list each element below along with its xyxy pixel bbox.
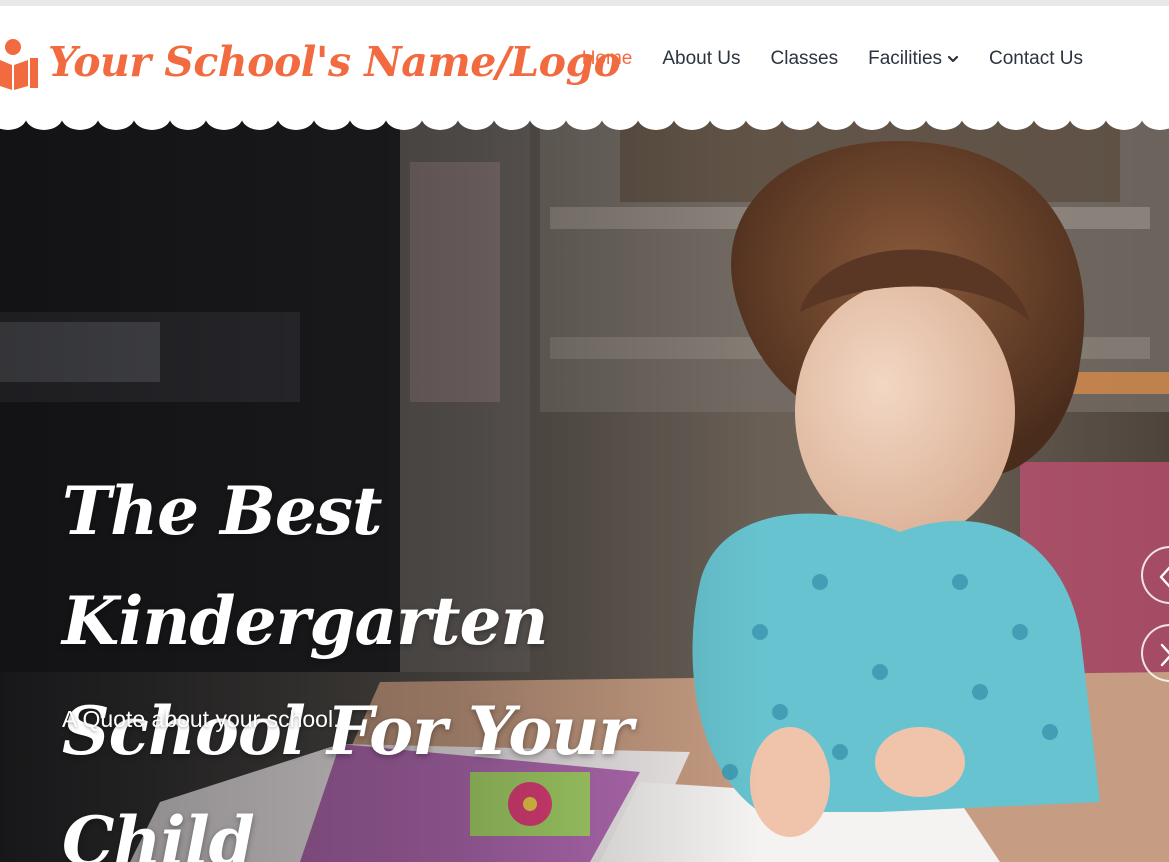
reading-person-icon [0, 39, 38, 90]
nav-classes[interactable]: Classes [771, 48, 839, 70]
chevron-down-icon [947, 55, 959, 63]
nav-facilities[interactable]: Facilities [868, 48, 959, 70]
chevron-right-icon [1160, 643, 1169, 667]
chevron-left-icon [1159, 566, 1169, 588]
school-logo[interactable]: Your School's Name/Logo [0, 32, 621, 92]
site-header: Your School's Name/Logo Home About Us Cl… [0, 6, 1169, 114]
nav-about-us[interactable]: About Us [662, 48, 740, 70]
nav-contact-us[interactable]: Contact Us [989, 48, 1083, 70]
school-name: Your School's Name/Logo [48, 38, 621, 86]
hero-slider: The Best Kindergarten School For Your Ch… [0, 112, 1169, 862]
header-scallop-edge [0, 112, 1169, 130]
nav-facilities-label: Facilities [868, 48, 943, 69]
nav-home[interactable]: Home [582, 48, 633, 70]
hero-title-line-1: The Best Kindergarten [62, 472, 548, 660]
hero-title: The Best Kindergarten School For Your Ch… [62, 456, 742, 862]
hero-quote: A Quote about your school. [62, 706, 340, 732]
main-nav: Home About Us Classes Facilities Contact… [552, 48, 1083, 70]
